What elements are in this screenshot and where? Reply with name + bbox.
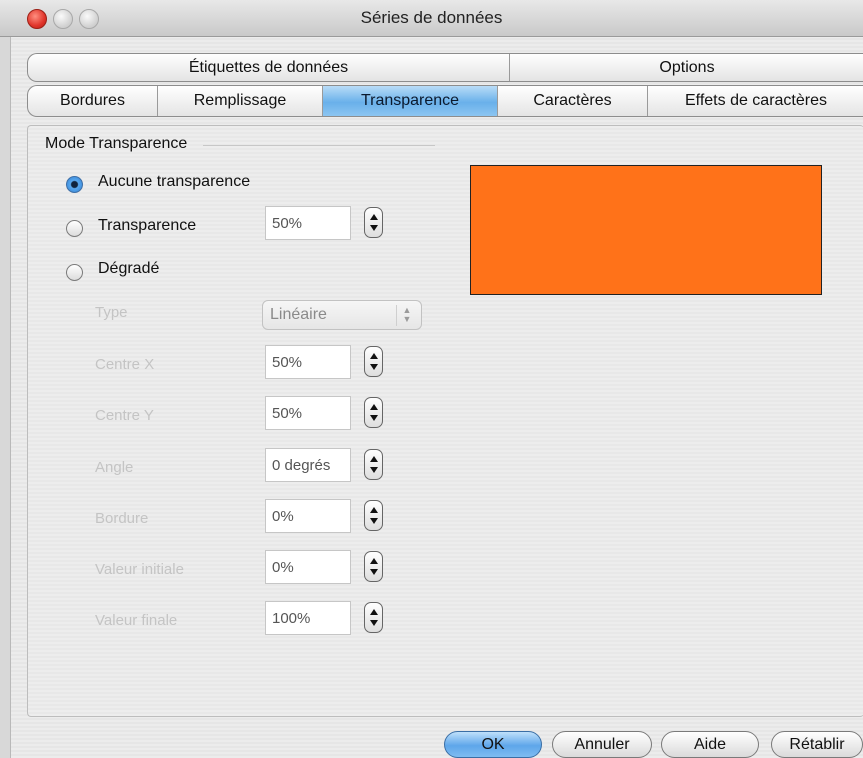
start-value-field[interactable]: 0%	[265, 550, 351, 584]
tab-font[interactable]: Caractères	[498, 86, 648, 116]
section-title: Mode Transparence	[45, 135, 188, 152]
radio-transparency-label[interactable]: Transparence	[98, 217, 196, 235]
center-x-stepper[interactable]	[364, 346, 383, 377]
gradient-type-value: Linéaire	[270, 306, 327, 323]
section-divider	[203, 145, 435, 146]
angle-label: Angle	[95, 459, 134, 476]
window-title: Séries de données	[360, 8, 503, 27]
ok-button[interactable]: OK	[444, 731, 542, 758]
start-value-label: Valeur initiale	[95, 561, 184, 578]
radio-gradient-label[interactable]: Dégradé	[98, 260, 159, 278]
center-y-stepper[interactable]	[364, 397, 383, 428]
preview-swatch	[470, 165, 822, 295]
tab-row-top: Étiquettes de données Options	[27, 53, 863, 82]
tab-transparency[interactable]: Transparence	[323, 86, 498, 116]
center-y-label: Centre Y	[95, 407, 154, 424]
reset-button[interactable]: Rétablir	[771, 731, 863, 758]
gradient-type-label: Type	[95, 304, 128, 321]
border-label: Bordure	[95, 510, 149, 527]
radio-transparency[interactable]	[66, 220, 83, 237]
tab-fill[interactable]: Remplissage	[158, 86, 323, 116]
help-button[interactable]: Aide	[661, 731, 759, 758]
tab-data-labels[interactable]: Étiquettes de données	[28, 54, 510, 81]
end-value-label: Valeur finale	[95, 612, 178, 629]
tab-options[interactable]: Options	[510, 54, 863, 81]
transparency-value-field[interactable]: 50%	[265, 206, 351, 240]
gradient-type-select[interactable]: Linéaire ▲ ▼	[262, 300, 422, 330]
dialog-window: Séries de données Étiquettes de données …	[0, 0, 863, 758]
end-value-stepper[interactable]	[364, 602, 383, 633]
border-stepper[interactable]	[364, 500, 383, 531]
tab-font-effects[interactable]: Effets de caractères	[648, 86, 863, 116]
center-x-label: Centre X	[95, 356, 155, 373]
tab-row-bottom: Bordures Remplissage Transparence Caract…	[27, 85, 863, 117]
desktop-strip	[0, 36, 11, 758]
cancel-button[interactable]: Annuler	[552, 731, 652, 758]
select-arrows-icon: ▲ ▼	[396, 305, 417, 326]
radio-no-transparency[interactable]	[66, 176, 83, 193]
radio-no-transparency-label[interactable]: Aucune transparence	[98, 173, 250, 191]
center-x-field[interactable]: 50%	[265, 345, 351, 379]
center-y-field[interactable]: 50%	[265, 396, 351, 430]
border-field[interactable]: 0%	[265, 499, 351, 533]
start-value-stepper[interactable]	[364, 551, 383, 582]
end-value-field[interactable]: 100%	[265, 601, 351, 635]
angle-field[interactable]: 0 degrés	[265, 448, 351, 482]
radio-gradient[interactable]	[66, 264, 83, 281]
angle-stepper[interactable]	[364, 449, 383, 480]
tab-borders[interactable]: Bordures	[28, 86, 158, 116]
transparency-stepper[interactable]	[364, 207, 383, 238]
title-bar[interactable]: Séries de données	[0, 0, 863, 37]
